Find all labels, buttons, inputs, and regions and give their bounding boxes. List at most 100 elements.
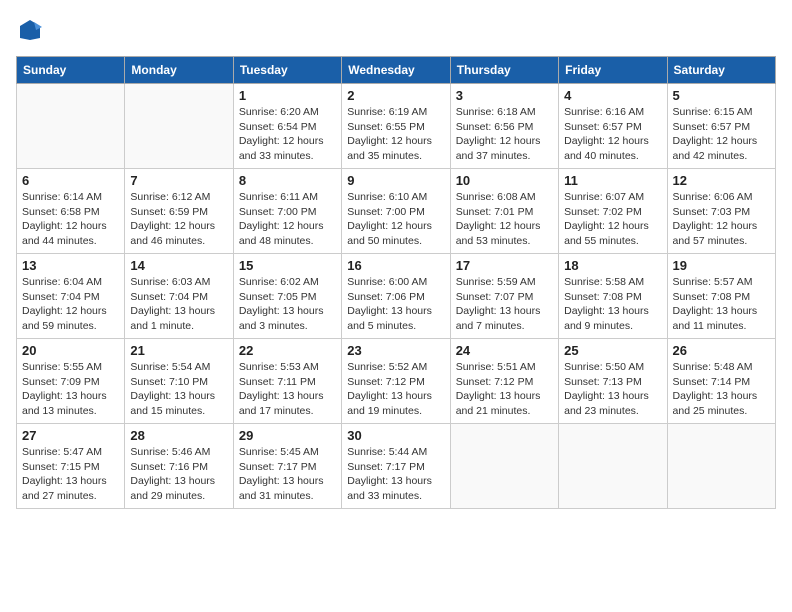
day-number: 29 [239,428,336,443]
calendar-cell: 13 Sunrise: 6:04 AM Sunset: 7:04 PM Dayli… [17,254,125,339]
calendar-cell: 12 Sunrise: 6:06 AM Sunset: 7:03 PM Dayli… [667,169,775,254]
weekday-header: Wednesday [342,57,450,84]
day-info: Sunrise: 6:06 AM Sunset: 7:03 PM Dayligh… [673,190,770,249]
calendar-cell: 16Sunrise: 6:00 AM Sunset: 7:06 PM Dayli… [342,254,450,339]
calendar-cell: 24 Sunrise: 5:51 AM Sunset: 7:12 PM Dayli… [450,339,558,424]
calendar-cell: 25 Sunrise: 5:50 AM Sunset: 7:13 PM Dayli… [559,339,667,424]
day-info: Sunrise: 6:15 AM Sunset: 6:57 PM Dayligh… [673,105,770,164]
day-number: 10 [456,173,553,188]
day-number: 4 [564,88,661,103]
logo-icon [16,16,44,44]
day-number: 3 [456,88,553,103]
calendar-cell: 2 Sunrise: 6:19 AM Sunset: 6:55 PM Daylig… [342,84,450,169]
day-info: Sunrise: 5:48 AM Sunset: 7:14 PM Dayligh… [673,360,770,419]
day-info: Sunrise: 5:52 AM Sunset: 7:12 PM Dayligh… [347,360,444,419]
day-info: Sunrise: 6:20 AM Sunset: 6:54 PM Dayligh… [239,105,336,164]
day-number: 17 [456,258,553,273]
calendar-table: SundayMondayTuesdayWednesdayThursdayFrid… [16,56,776,509]
day-number: 13 [22,258,119,273]
day-info: Sunrise: 5:45 AM Sunset: 7:17 PM Dayligh… [239,445,336,504]
calendar-cell [667,424,775,509]
day-number: 26 [673,343,770,358]
day-info: Sunrise: 6:08 AM Sunset: 7:01 PM Dayligh… [456,190,553,249]
day-number: 15 [239,258,336,273]
calendar-cell: 5 Sunrise: 6:15 AM Sunset: 6:57 PM Daylig… [667,84,775,169]
day-info: Sunrise: 5:55 AM Sunset: 7:09 PM Dayligh… [22,360,119,419]
day-number: 9 [347,173,444,188]
calendar-cell: 30Sunrise: 5:44 AM Sunset: 7:17 PM Dayli… [342,424,450,509]
calendar-week-row: 20 Sunrise: 5:55 AM Sunset: 7:09 PM Dayli… [17,339,776,424]
weekday-header: Sunday [17,57,125,84]
day-info: Sunrise: 6:02 AM Sunset: 7:05 PM Dayligh… [239,275,336,334]
day-number: 11 [564,173,661,188]
day-number: 28 [130,428,227,443]
calendar-cell: 29 Sunrise: 5:45 AM Sunset: 7:17 PM Dayli… [233,424,341,509]
day-info: Sunrise: 6:16 AM Sunset: 6:57 PM Dayligh… [564,105,661,164]
day-info: Sunrise: 6:00 AM Sunset: 7:06 PM Dayligh… [347,275,444,334]
weekday-header: Saturday [667,57,775,84]
weekday-header: Friday [559,57,667,84]
day-number: 5 [673,88,770,103]
calendar-week-row: 13 Sunrise: 6:04 AM Sunset: 7:04 PM Dayli… [17,254,776,339]
day-info: Sunrise: 6:04 AM Sunset: 7:04 PM Dayligh… [22,275,119,334]
day-number: 27 [22,428,119,443]
calendar-week-row: 6 Sunrise: 6:14 AM Sunset: 6:58 PM Daylig… [17,169,776,254]
day-number: 22 [239,343,336,358]
day-info: Sunrise: 5:58 AM Sunset: 7:08 PM Dayligh… [564,275,661,334]
day-number: 25 [564,343,661,358]
day-info: Sunrise: 6:19 AM Sunset: 6:55 PM Dayligh… [347,105,444,164]
calendar-cell: 8 Sunrise: 6:11 AM Sunset: 7:00 PM Daylig… [233,169,341,254]
day-info: Sunrise: 6:03 AM Sunset: 7:04 PM Dayligh… [130,275,227,334]
day-info: Sunrise: 5:50 AM Sunset: 7:13 PM Dayligh… [564,360,661,419]
day-info: Sunrise: 5:57 AM Sunset: 7:08 PM Dayligh… [673,275,770,334]
day-info: Sunrise: 5:47 AM Sunset: 7:15 PM Dayligh… [22,445,119,504]
calendar-cell [559,424,667,509]
day-number: 20 [22,343,119,358]
logo [16,16,48,44]
day-number: 24 [456,343,553,358]
calendar-cell: 10 Sunrise: 6:08 AM Sunset: 7:01 PM Dayli… [450,169,558,254]
day-number: 2 [347,88,444,103]
calendar-cell: 20 Sunrise: 5:55 AM Sunset: 7:09 PM Dayli… [17,339,125,424]
calendar-cell: 6 Sunrise: 6:14 AM Sunset: 6:58 PM Daylig… [17,169,125,254]
calendar-cell: 14Sunrise: 6:03 AM Sunset: 7:04 PM Dayli… [125,254,233,339]
day-info: Sunrise: 5:51 AM Sunset: 7:12 PM Dayligh… [456,360,553,419]
day-number: 18 [564,258,661,273]
calendar-cell: 9Sunrise: 6:10 AM Sunset: 7:00 PM Daylig… [342,169,450,254]
day-number: 6 [22,173,119,188]
calendar-cell: 27 Sunrise: 5:47 AM Sunset: 7:15 PM Dayli… [17,424,125,509]
calendar-cell: 19 Sunrise: 5:57 AM Sunset: 7:08 PM Dayli… [667,254,775,339]
day-number: 1 [239,88,336,103]
calendar-week-row: 1 Sunrise: 6:20 AM Sunset: 6:54 PM Daylig… [17,84,776,169]
calendar-cell: 15 Sunrise: 6:02 AM Sunset: 7:05 PM Dayli… [233,254,341,339]
day-number: 12 [673,173,770,188]
day-info: Sunrise: 5:46 AM Sunset: 7:16 PM Dayligh… [130,445,227,504]
calendar-cell: 28 Sunrise: 5:46 AM Sunset: 7:16 PM Dayli… [125,424,233,509]
calendar-cell: 26 Sunrise: 5:48 AM Sunset: 7:14 PM Dayli… [667,339,775,424]
day-info: Sunrise: 6:18 AM Sunset: 6:56 PM Dayligh… [456,105,553,164]
day-number: 7 [130,173,227,188]
calendar-cell: 4 Sunrise: 6:16 AM Sunset: 6:57 PM Daylig… [559,84,667,169]
day-info: Sunrise: 5:59 AM Sunset: 7:07 PM Dayligh… [456,275,553,334]
day-info: Sunrise: 6:14 AM Sunset: 6:58 PM Dayligh… [22,190,119,249]
calendar-cell: 7Sunrise: 6:12 AM Sunset: 6:59 PM Daylig… [125,169,233,254]
calendar-cell [125,84,233,169]
calendar-week-row: 27 Sunrise: 5:47 AM Sunset: 7:15 PM Dayli… [17,424,776,509]
page-header [16,16,776,44]
calendar-cell [450,424,558,509]
calendar-cell [17,84,125,169]
calendar-cell: 11Sunrise: 6:07 AM Sunset: 7:02 PM Dayli… [559,169,667,254]
day-number: 19 [673,258,770,273]
calendar-cell: 1 Sunrise: 6:20 AM Sunset: 6:54 PM Daylig… [233,84,341,169]
calendar-cell: 22 Sunrise: 5:53 AM Sunset: 7:11 PM Dayli… [233,339,341,424]
calendar-cell: 23Sunrise: 5:52 AM Sunset: 7:12 PM Dayli… [342,339,450,424]
day-number: 8 [239,173,336,188]
day-info: Sunrise: 6:11 AM Sunset: 7:00 PM Dayligh… [239,190,336,249]
weekday-header: Thursday [450,57,558,84]
weekday-header: Tuesday [233,57,341,84]
day-info: Sunrise: 5:53 AM Sunset: 7:11 PM Dayligh… [239,360,336,419]
calendar-cell: 21Sunrise: 5:54 AM Sunset: 7:10 PM Dayli… [125,339,233,424]
calendar-cell: 3 Sunrise: 6:18 AM Sunset: 6:56 PM Daylig… [450,84,558,169]
day-number: 21 [130,343,227,358]
day-number: 30 [347,428,444,443]
